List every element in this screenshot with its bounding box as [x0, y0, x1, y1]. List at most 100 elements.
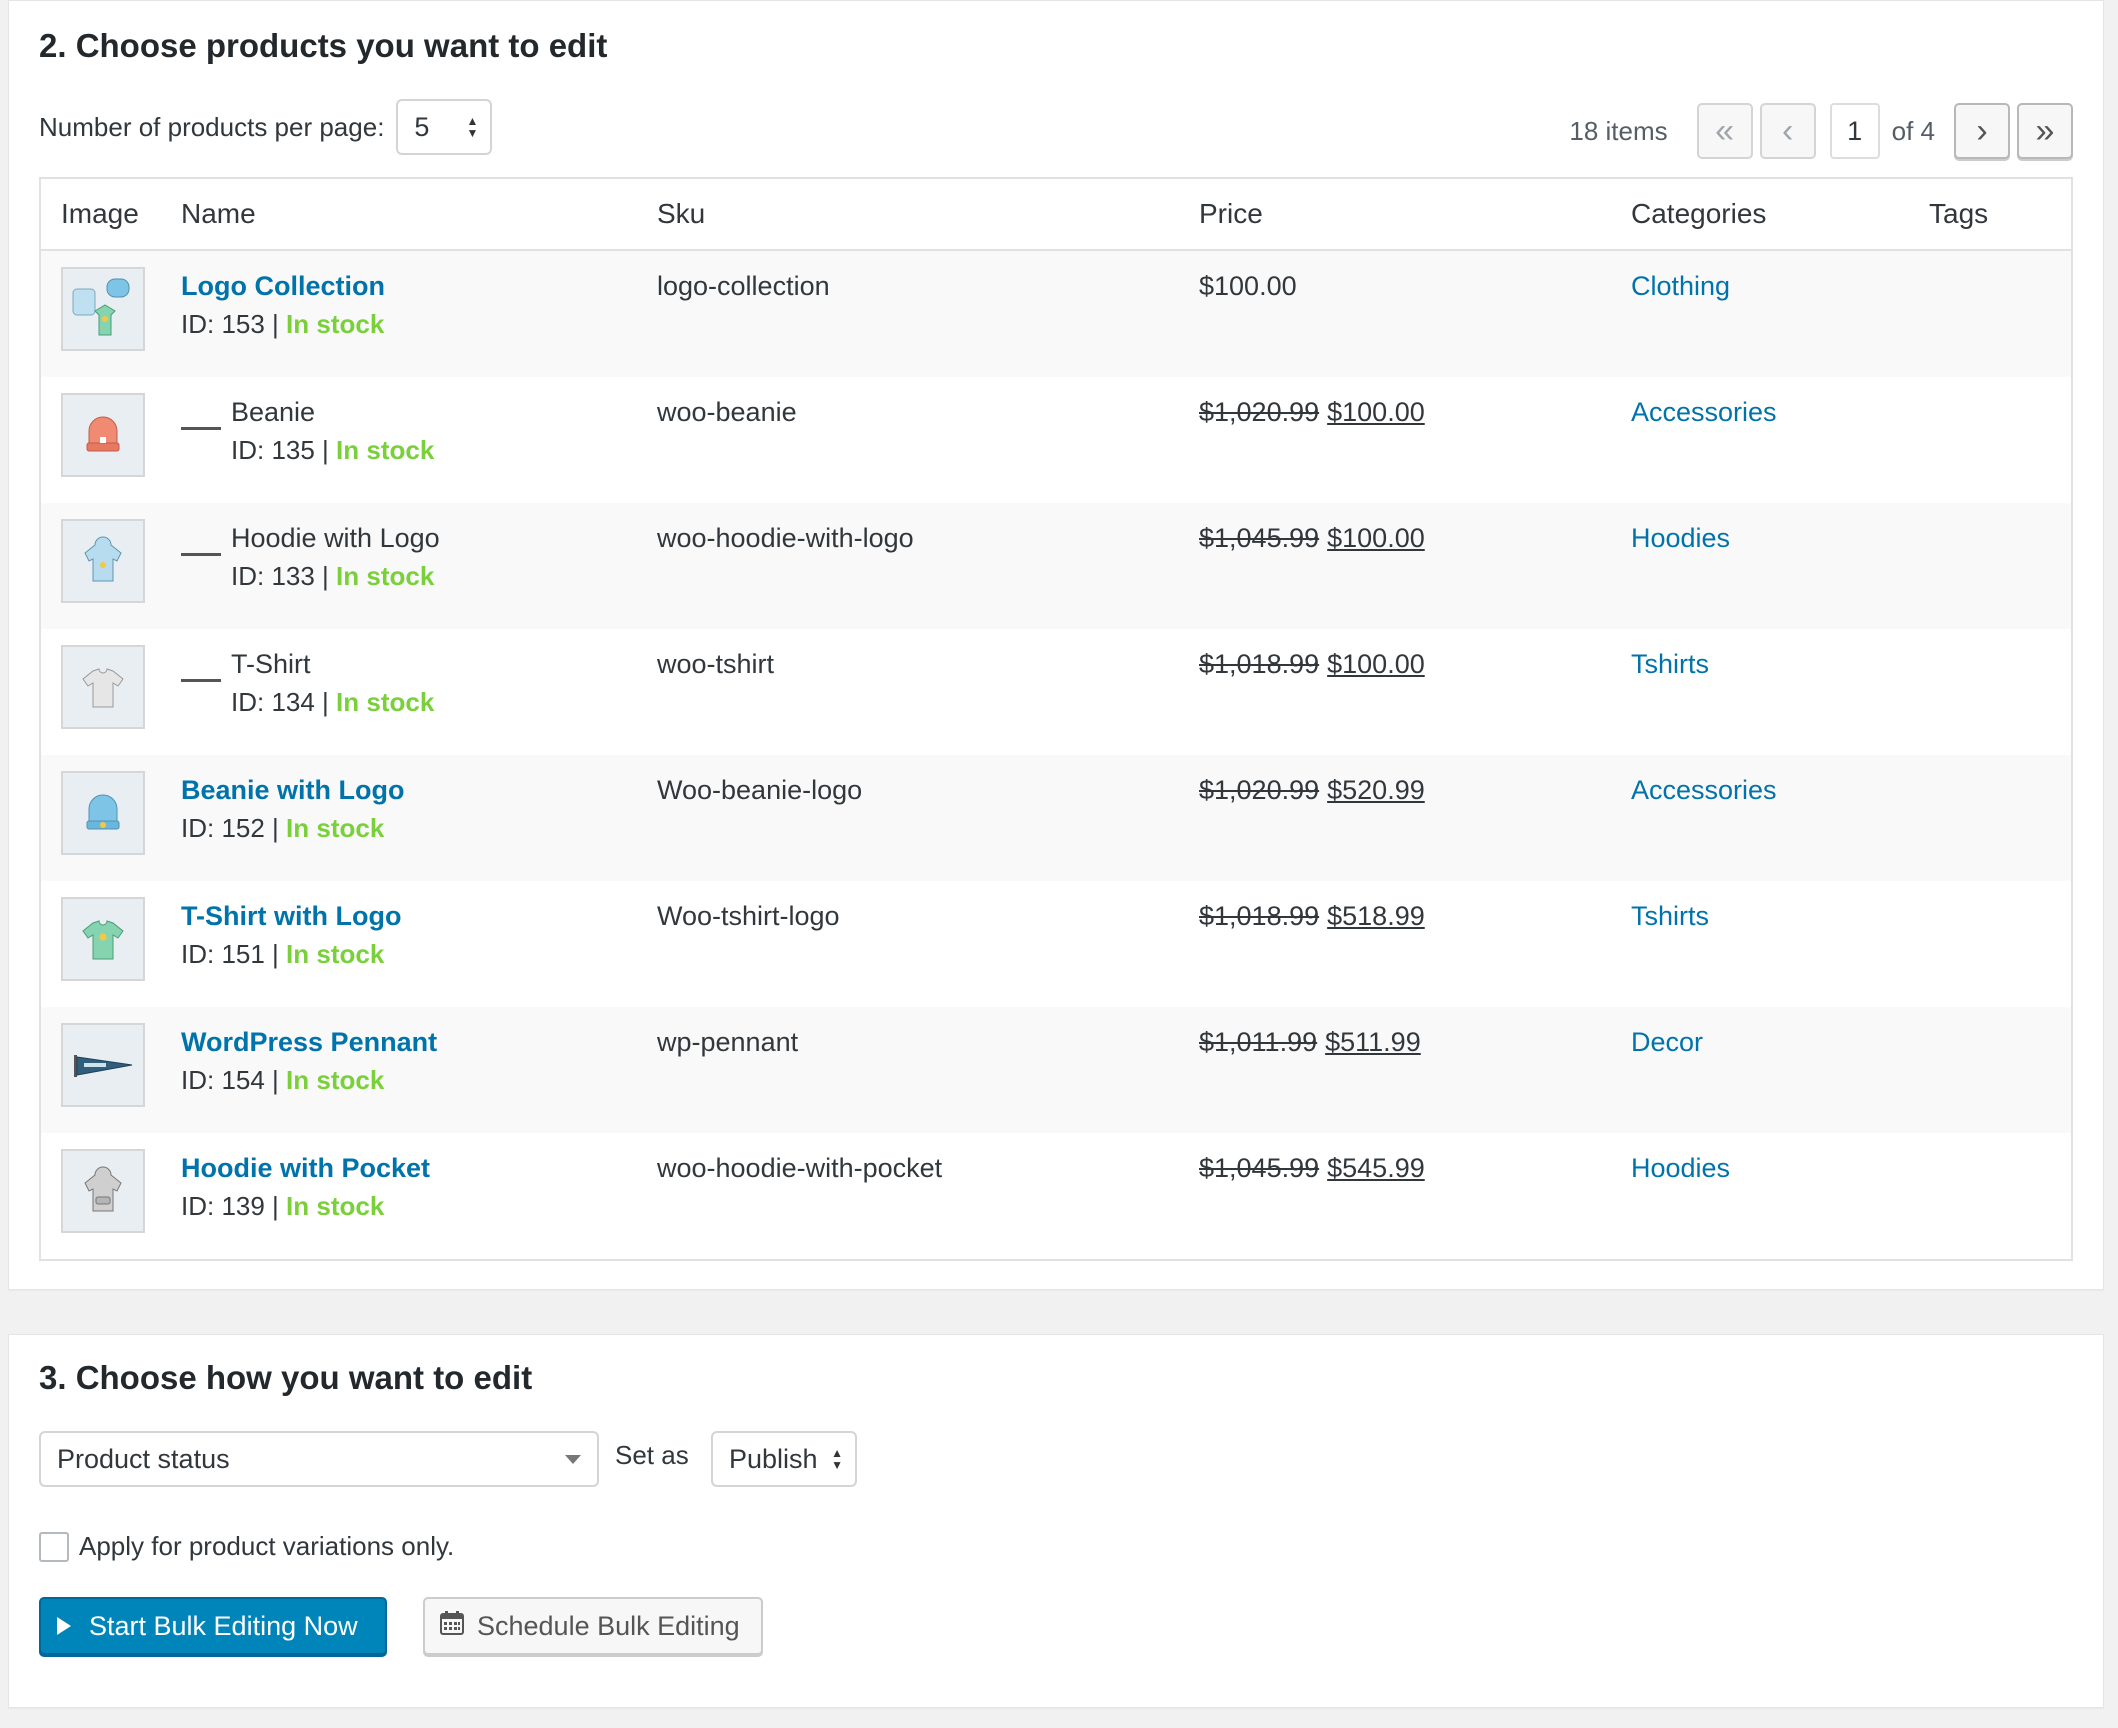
sale-price: $100.00	[1327, 649, 1425, 679]
stock-status: In stock	[286, 1191, 385, 1221]
stock-status: In stock	[336, 561, 435, 591]
pagination: 18 items « ‹ 1 of 4 › »	[1569, 103, 2073, 159]
category-link[interactable]: Hoodies	[1631, 1149, 1730, 1187]
product-meta: ID: 153 | In stock	[181, 305, 385, 343]
schedule-bulk-editing-label: Schedule Bulk Editing	[477, 1610, 740, 1641]
tshirt-thumbnail[interactable]	[61, 645, 145, 729]
start-bulk-editing-button[interactable]: Start Bulk Editing Now	[39, 1597, 387, 1655]
sale-price: $511.99	[1325, 1027, 1421, 1057]
stock-status: In stock	[336, 687, 435, 717]
product-price: $1,045.99 $545.99	[1199, 1149, 1425, 1187]
product-meta: ID: 135 | In stock	[231, 431, 434, 469]
sale-price: $100.00	[1327, 523, 1425, 553]
regular-price: $1,018.99	[1199, 649, 1320, 679]
section-title: 3. Choose how you want to edit	[39, 1359, 533, 1396]
product-meta: ID: 152 | In stock	[181, 809, 405, 847]
schedule-bulk-editing-button[interactable]: Schedule Bulk Editing	[423, 1597, 763, 1655]
sale-price: $545.99	[1327, 1153, 1425, 1183]
category-link[interactable]: Clothing	[1631, 267, 1730, 305]
stock-status: In stock	[286, 939, 385, 969]
product-id: ID: 133 |	[231, 561, 337, 591]
logo-collection-thumbnail[interactable]	[61, 267, 145, 351]
current-price: $100.00	[1199, 271, 1297, 301]
updown-arrows-icon: ▲ ▼	[466, 114, 479, 140]
variations-only-label[interactable]: Apply for product variations only.	[79, 1531, 454, 1562]
product-name-link[interactable]: Beanie with Logo	[181, 771, 405, 809]
section-title: 2. Choose products you want to edit	[39, 27, 608, 64]
product-meta: ID: 133 | In stock	[231, 557, 440, 595]
category-link[interactable]: Decor	[1631, 1023, 1703, 1061]
table-row: T-Shirt with Logo ID: 151 | In stock Woo…	[41, 881, 2071, 1007]
table-row: T-Shirt ID: 134 | In stock woo-tshirt $1…	[41, 629, 2071, 755]
per-page-label: Number of products per page:	[39, 111, 385, 142]
category-link[interactable]: Tshirts	[1631, 897, 1709, 935]
product-sku: woo-tshirt	[657, 649, 775, 679]
product-price: $100.00	[1199, 267, 1297, 305]
product-sku: logo-collection	[657, 271, 830, 301]
product-sku: Woo-tshirt-logo	[657, 901, 840, 931]
category-link[interactable]: Accessories	[1631, 393, 1777, 431]
category-link[interactable]: Tshirts	[1631, 645, 1709, 683]
product-name: T-Shirt	[231, 649, 311, 679]
product-name-link[interactable]: Hoodie with Pocket	[181, 1149, 430, 1187]
category-link[interactable]: Hoodies	[1631, 519, 1730, 557]
per-page-value: 5	[414, 111, 430, 142]
product-name-link[interactable]: WordPress Pennant	[181, 1023, 437, 1061]
table-row: Logo Collection ID: 153 | In stock logo-…	[41, 251, 2071, 377]
column-header-image: Image	[61, 198, 139, 229]
status-value-select[interactable]: Publish ▲ ▼	[711, 1431, 857, 1487]
product-id: ID: 139 |	[181, 1191, 287, 1221]
table-row: Hoodie with Logo ID: 133 | In stock woo-…	[41, 503, 2071, 629]
play-icon	[57, 1617, 71, 1635]
product-price: $1,045.99 $100.00	[1199, 519, 1425, 557]
first-page-button[interactable]: «	[1696, 103, 1753, 159]
variations-only-option: Apply for product variations only.	[39, 1531, 454, 1562]
pennant-thumbnail[interactable]	[61, 1023, 145, 1107]
table-header: Image Name Sku Price Categories Tags	[41, 179, 2071, 251]
chevron-down-icon	[565, 1454, 581, 1464]
per-page-select[interactable]: 5 ▲ ▼	[396, 99, 493, 155]
beanie-thumbnail[interactable]	[61, 393, 145, 477]
product-name-link[interactable]: T-Shirt with Logo	[181, 897, 401, 935]
table-row: Hoodie with Pocket ID: 139 | In stock wo…	[41, 1133, 2071, 1259]
field-select-value: Product status	[57, 1443, 230, 1474]
prev-page-button[interactable]: ‹	[1759, 103, 1816, 159]
beanie-logo-thumbnail[interactable]	[61, 771, 145, 855]
variations-only-checkbox[interactable]	[39, 1531, 69, 1562]
tshirt-logo-thumbnail[interactable]	[61, 897, 145, 981]
next-page-button[interactable]: ›	[1954, 103, 2010, 159]
product-name: Beanie	[231, 397, 316, 427]
category-link[interactable]: Accessories	[1631, 771, 1777, 809]
stock-status: In stock	[286, 309, 385, 339]
product-name: Hoodie with Logo	[231, 523, 440, 553]
updown-arrows-icon: ▲ ▼	[831, 1446, 843, 1472]
product-sku: woo-hoodie-with-logo	[657, 523, 914, 553]
column-header-price[interactable]: Price	[1199, 179, 1263, 249]
regular-price: $1,020.99	[1199, 397, 1320, 427]
product-meta: ID: 134 | In stock	[231, 683, 434, 721]
hoodie-pocket-thumbnail[interactable]	[61, 1149, 145, 1233]
product-price: $1,020.99 $520.99	[1199, 771, 1425, 809]
column-header-sku[interactable]: Sku	[657, 179, 705, 249]
field-select[interactable]: Product status	[39, 1431, 599, 1487]
items-count: 18 items	[1569, 115, 1668, 146]
product-price: $1,018.99 $100.00	[1199, 645, 1425, 683]
product-id: ID: 135 |	[231, 435, 337, 465]
table-row: WordPress Pennant ID: 154 | In stock wp-…	[41, 1007, 2071, 1133]
product-price: $1,020.99 $100.00	[1199, 393, 1425, 431]
last-page-button[interactable]: »	[2017, 103, 2073, 159]
product-sku: wp-pennant	[657, 1027, 799, 1057]
current-page-input[interactable]: 1	[1829, 103, 1880, 159]
hoodie-logo-thumbnail[interactable]	[61, 519, 145, 603]
product-name-link[interactable]: Logo Collection	[181, 267, 385, 305]
product-id: ID: 151 |	[181, 939, 287, 969]
regular-price: $1,045.99	[1199, 523, 1320, 553]
regular-price: $1,011.99	[1199, 1027, 1318, 1057]
start-bulk-editing-label: Start Bulk Editing Now	[89, 1610, 358, 1641]
regular-price: $1,020.99	[1199, 775, 1320, 805]
table-row: Beanie ID: 135 | In stock woo-beanie $1,…	[41, 377, 2071, 503]
stock-status: In stock	[286, 1065, 385, 1095]
product-price: $1,011.99 $511.99	[1199, 1023, 1421, 1061]
column-header-name[interactable]: Name	[181, 179, 256, 249]
regular-price: $1,045.99	[1199, 1153, 1320, 1183]
